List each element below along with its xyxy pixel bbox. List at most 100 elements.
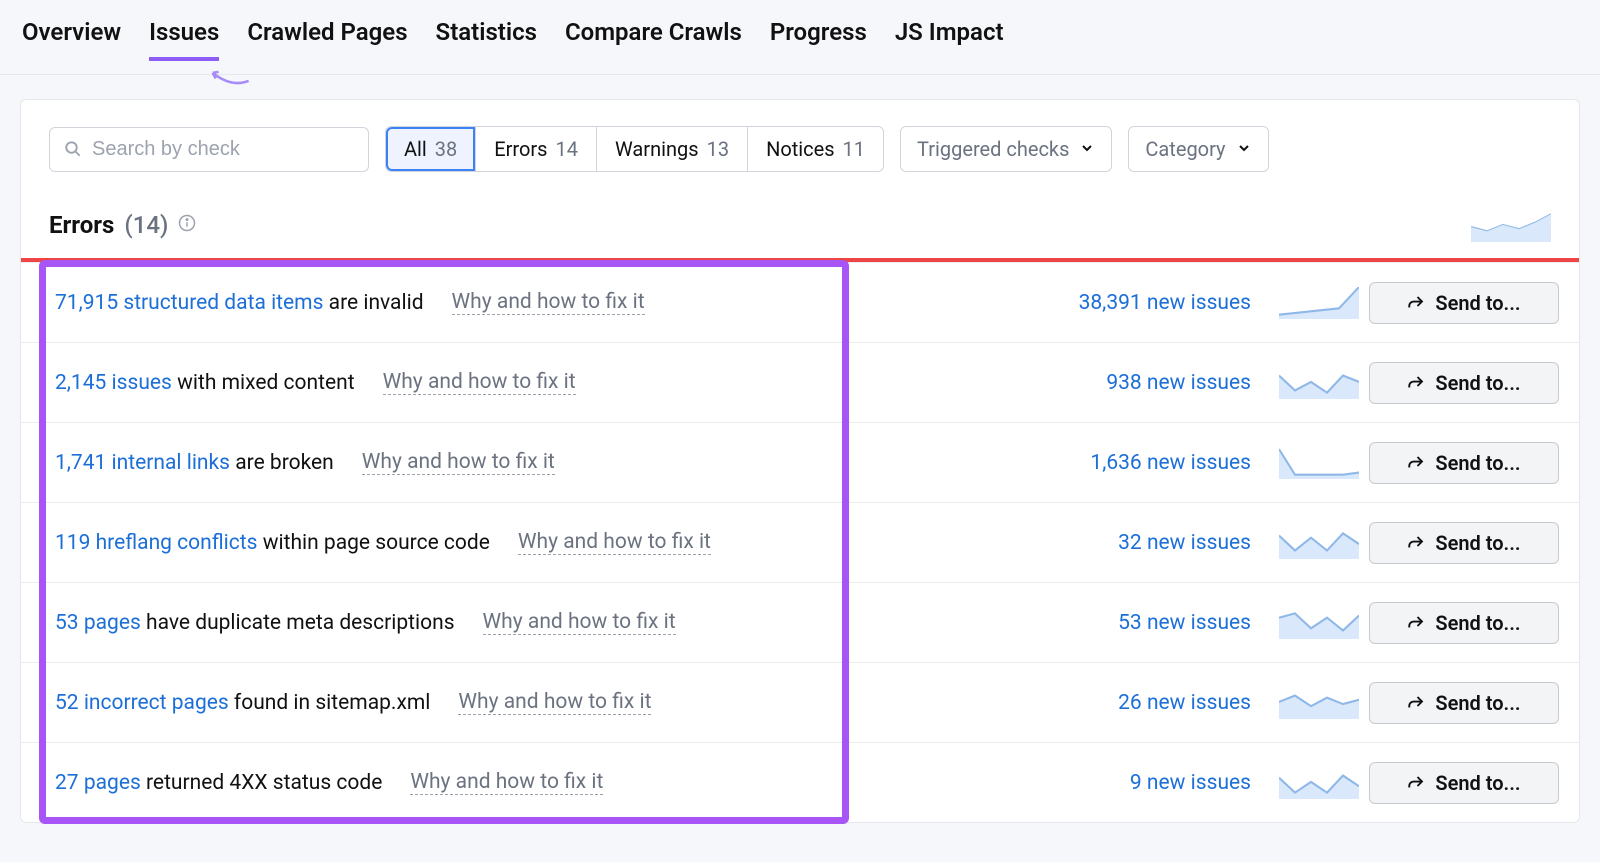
seg-errors-count: 14 xyxy=(556,137,578,161)
issues-card: All 38 Errors 14 Warnings 13 Notices 11 … xyxy=(20,99,1580,823)
share-arrow-icon xyxy=(1407,454,1425,472)
section-title: Errors xyxy=(49,211,114,239)
severity-segmented: All 38 Errors 14 Warnings 13 Notices 11 xyxy=(385,126,884,172)
chevron-down-icon xyxy=(1236,137,1252,161)
triggered-checks-dropdown[interactable]: Triggered checks xyxy=(900,126,1112,172)
issue-text: are invalid xyxy=(323,291,423,315)
search-input[interactable] xyxy=(92,138,354,161)
issue-count-link[interactable]: 27 pages xyxy=(55,771,141,795)
issue-count-link[interactable]: 53 pages xyxy=(55,611,141,635)
why-and-how-link[interactable]: Why and how to fix it xyxy=(362,450,555,475)
seg-warnings-count: 13 xyxy=(707,137,729,161)
send-to-button[interactable]: Send to... xyxy=(1369,762,1559,804)
seg-warnings[interactable]: Warnings 13 xyxy=(597,127,748,171)
why-and-how-link[interactable]: Why and how to fix it xyxy=(518,530,711,555)
new-issues-link[interactable]: 38,391 new issues xyxy=(811,291,1269,315)
issue-row: 27 pages returned 4XX status code Why and… xyxy=(21,742,1579,822)
issue-title[interactable]: 2,145 issues with mixed content xyxy=(55,371,355,395)
new-issues-link[interactable]: 32 new issues xyxy=(811,531,1269,555)
send-to-label: Send to... xyxy=(1435,291,1520,315)
send-to-label: Send to... xyxy=(1435,771,1520,795)
seg-all[interactable]: All 38 xyxy=(386,127,476,171)
tab-compare-crawls[interactable]: Compare Crawls xyxy=(565,18,742,60)
issue-title[interactable]: 53 pages have duplicate meta description… xyxy=(55,611,455,635)
send-to-label: Send to... xyxy=(1435,371,1520,395)
issues-rows: 71,915 structured data items are invalid… xyxy=(21,262,1579,822)
send-to-button[interactable]: Send to... xyxy=(1369,362,1559,404)
seg-all-count: 38 xyxy=(435,137,457,161)
row-sparkline xyxy=(1269,527,1369,559)
new-issues-link[interactable]: 938 new issues xyxy=(811,371,1269,395)
issue-title[interactable]: 27 pages returned 4XX status code xyxy=(55,771,382,795)
issue-description-cell: 71,915 structured data items are invalid… xyxy=(21,268,811,337)
issue-title[interactable]: 52 incorrect pages found in sitemap.xml xyxy=(55,691,430,715)
row-sparkline xyxy=(1269,447,1369,479)
tab-js-impact[interactable]: JS Impact xyxy=(895,18,1004,60)
why-and-how-link[interactable]: Why and how to fix it xyxy=(410,770,603,795)
category-dropdown[interactable]: Category xyxy=(1128,126,1268,172)
category-label: Category xyxy=(1145,137,1225,161)
seg-errors-label: Errors xyxy=(494,137,547,161)
issue-text: returned 4XX status code xyxy=(141,771,383,795)
row-sparkline xyxy=(1269,287,1369,319)
issue-row: 53 pages have duplicate meta description… xyxy=(21,582,1579,662)
issue-text: are broken xyxy=(230,451,334,475)
issue-title[interactable]: 119 hreflang conflicts within page sourc… xyxy=(55,531,490,555)
why-and-how-link[interactable]: Why and how to fix it xyxy=(458,690,651,715)
errors-section-header: Errors (14) xyxy=(21,192,1579,258)
issues-toolbar: All 38 Errors 14 Warnings 13 Notices 11 … xyxy=(21,100,1579,192)
send-to-label: Send to... xyxy=(1435,451,1520,475)
send-to-button[interactable]: Send to... xyxy=(1369,602,1559,644)
seg-notices-label: Notices xyxy=(766,137,834,161)
why-and-how-link[interactable]: Why and how to fix it xyxy=(452,290,645,315)
send-to-button[interactable]: Send to... xyxy=(1369,682,1559,724)
new-issues-link[interactable]: 1,636 new issues xyxy=(811,451,1269,475)
send-to-button[interactable]: Send to... xyxy=(1369,522,1559,564)
issue-text: with mixed content xyxy=(172,371,355,395)
search-icon xyxy=(64,140,82,158)
issue-description-cell: 52 incorrect pages found in sitemap.xml W… xyxy=(21,668,811,737)
issue-count-link[interactable]: 52 incorrect pages xyxy=(55,691,229,715)
issue-row: 1,741 internal links are broken Why and h… xyxy=(21,422,1579,502)
tab-crawled-pages[interactable]: Crawled Pages xyxy=(247,18,407,60)
issue-row: 119 hreflang conflicts within page sourc… xyxy=(21,502,1579,582)
send-to-label: Send to... xyxy=(1435,611,1520,635)
issue-description-cell: 2,145 issues with mixed content Why and h… xyxy=(21,348,811,417)
send-to-button[interactable]: Send to... xyxy=(1369,282,1559,324)
issue-row: 52 incorrect pages found in sitemap.xml W… xyxy=(21,662,1579,742)
new-issues-link[interactable]: 26 new issues xyxy=(811,691,1269,715)
share-arrow-icon xyxy=(1407,694,1425,712)
row-sparkline xyxy=(1269,367,1369,399)
issue-count-link[interactable]: 71,915 structured data items xyxy=(55,291,323,315)
issue-count-link[interactable]: 2,145 issues xyxy=(55,371,172,395)
issue-count-link[interactable]: 119 hreflang conflicts xyxy=(55,531,257,555)
row-sparkline xyxy=(1269,767,1369,799)
share-arrow-icon xyxy=(1407,374,1425,392)
main-tabs: Overview Issues Crawled Pages Statistics… xyxy=(0,0,1600,75)
issue-title[interactable]: 1,741 internal links are broken xyxy=(55,451,334,475)
new-issues-link[interactable]: 53 new issues xyxy=(811,611,1269,635)
issue-row: 71,915 structured data items are invalid… xyxy=(21,262,1579,342)
why-and-how-link[interactable]: Why and how to fix it xyxy=(383,370,576,395)
issue-title[interactable]: 71,915 structured data items are invalid xyxy=(55,291,424,315)
seg-errors[interactable]: Errors 14 xyxy=(476,127,597,171)
share-arrow-icon xyxy=(1407,534,1425,552)
send-to-button[interactable]: Send to... xyxy=(1369,442,1559,484)
why-and-how-link[interactable]: Why and how to fix it xyxy=(483,610,676,635)
issue-text: within page source code xyxy=(257,531,489,555)
tab-statistics[interactable]: Statistics xyxy=(436,18,537,60)
tab-progress[interactable]: Progress xyxy=(770,18,867,60)
chevron-down-icon xyxy=(1079,137,1095,161)
tab-issues[interactable]: Issues xyxy=(149,18,219,60)
issue-count-link[interactable]: 1,741 internal links xyxy=(55,451,230,475)
triggered-checks-label: Triggered checks xyxy=(917,137,1069,161)
seg-all-label: All xyxy=(404,137,427,161)
new-issues-link[interactable]: 9 new issues xyxy=(811,771,1269,795)
tab-overview[interactable]: Overview xyxy=(22,18,121,60)
seg-notices[interactable]: Notices 11 xyxy=(748,127,883,171)
search-input-wrapper[interactable] xyxy=(49,127,369,172)
info-icon[interactable] xyxy=(178,214,196,237)
send-to-label: Send to... xyxy=(1435,531,1520,555)
issue-description-cell: 53 pages have duplicate meta description… xyxy=(21,588,811,657)
issue-description-cell: 27 pages returned 4XX status code Why and… xyxy=(21,748,811,817)
